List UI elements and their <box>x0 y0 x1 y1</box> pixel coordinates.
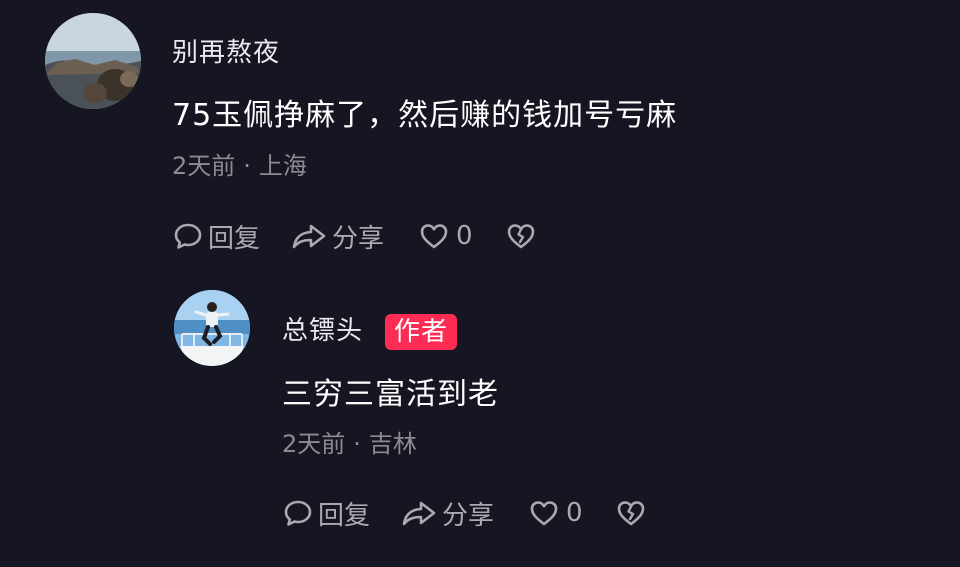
speech-bubble-icon <box>282 497 314 529</box>
boat-photo-avatar-icon <box>174 290 250 366</box>
commenter-username[interactable]: 别再熬夜 <box>172 32 280 69</box>
comment-location: 上海 <box>258 152 307 180</box>
share-arrow-icon <box>290 220 328 252</box>
author-username-row: 总镖头 作者 <box>282 310 458 350</box>
share-label: 分享 <box>442 500 495 531</box>
author-username[interactable]: 总镖头 <box>282 316 363 346</box>
heart-icon <box>528 497 560 529</box>
reply-button[interactable]: 回复 <box>282 495 370 532</box>
share-button[interactable]: 分享 <box>400 495 494 532</box>
author-badge: 作者 <box>385 313 458 350</box>
author-avatar[interactable] <box>174 290 250 366</box>
meta-separator: · <box>353 430 361 458</box>
commenter-avatar[interactable] <box>45 13 141 109</box>
comment-actions: 回复 分享 0 <box>172 216 541 256</box>
meta-separator: · <box>243 152 251 180</box>
comment-meta: 2天前 · 上海 <box>172 146 307 181</box>
like-button[interactable]: 0 <box>418 220 473 252</box>
comment-time: 2天前 <box>172 152 236 180</box>
comment-text: 75玉佩挣麻了，然后赚的钱加号亏麻 <box>172 98 678 133</box>
seaside-photo-avatar-icon <box>45 13 141 109</box>
reply-time: 2天前 <box>282 430 346 458</box>
like-count: 0 <box>456 221 473 251</box>
reply-label: 回复 <box>208 223 261 254</box>
share-arrow-icon <box>400 497 438 529</box>
dislike-button[interactable] <box>505 220 541 252</box>
reply-text: 三穷三富活到老 <box>282 377 499 412</box>
broken-heart-icon <box>615 497 647 529</box>
reply-meta: 2天前 · 吉林 <box>282 424 417 459</box>
share-label: 分享 <box>332 223 385 254</box>
reply-actions: 回复 分享 0 <box>282 493 651 533</box>
share-button[interactable]: 分享 <box>290 218 384 255</box>
like-count: 0 <box>566 498 583 528</box>
reply-label: 回复 <box>318 500 371 531</box>
like-button[interactable]: 0 <box>528 497 583 529</box>
reply-button[interactable]: 回复 <box>172 218 260 255</box>
speech-bubble-icon <box>172 220 204 252</box>
broken-heart-icon <box>505 220 537 252</box>
dislike-button[interactable] <box>615 497 651 529</box>
reply-location: 吉林 <box>368 430 417 458</box>
heart-icon <box>418 220 450 252</box>
